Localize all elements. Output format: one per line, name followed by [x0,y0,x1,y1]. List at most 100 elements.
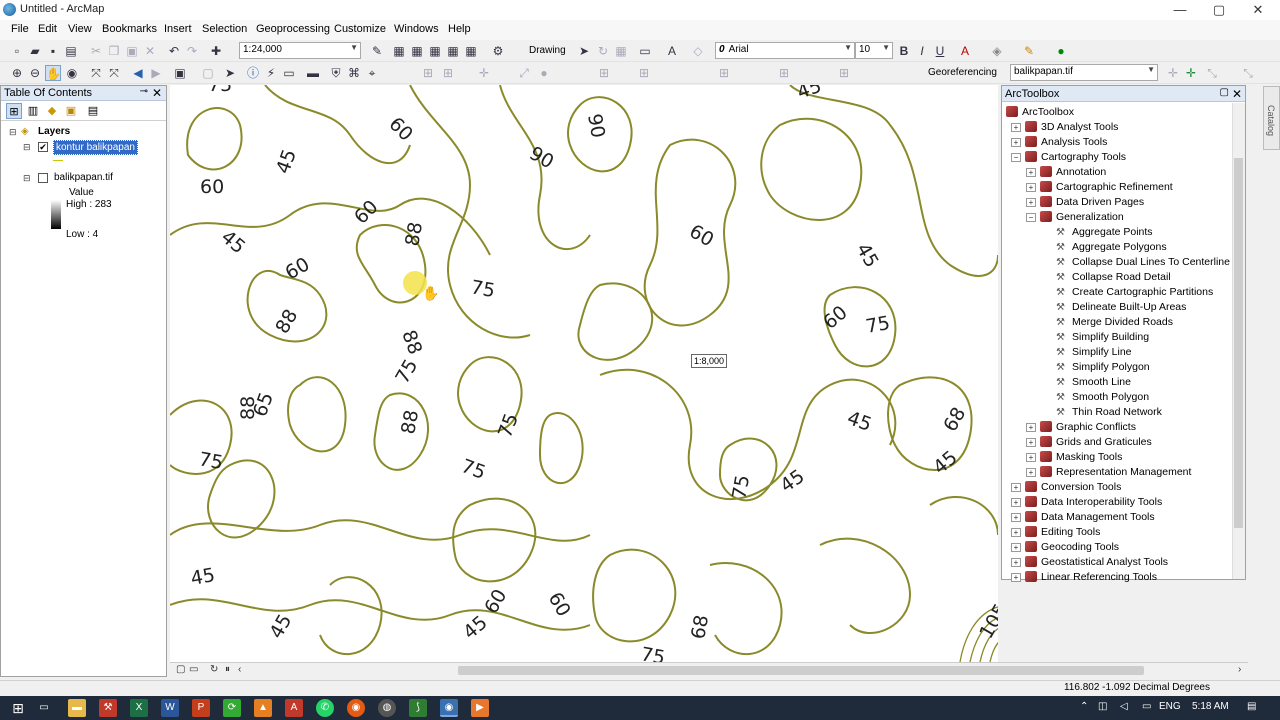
text-icon[interactable]: A [664,43,680,59]
expand-icon[interactable]: + [1011,483,1021,492]
zoom-in-icon[interactable]: ⊕ [9,65,25,81]
select-features-icon[interactable]: ▣ [172,65,188,81]
zoom-whole-page-icon[interactable]: ▦ [613,43,629,59]
georef-tool-icon[interactable]: ⊞ [596,65,612,81]
font-name-combo[interactable]: 0 Arial ▼ [715,42,855,59]
zoom-out-icon[interactable]: ⊖ [27,65,43,81]
app-icon[interactable]: ▲ [254,699,272,717]
toolbox-item[interactable]: ArcToolbox [1006,106,1074,118]
control-points-icon[interactable]: ✛ [1183,65,1199,81]
toolbox-item[interactable]: ⚒ Aggregate Polygons [1042,241,1167,253]
full-extent-icon[interactable]: ◉ [64,65,80,81]
map-scale-combo[interactable]: 1:24,000 ▼ [239,42,361,59]
close-icon[interactable]: ✕ [1232,87,1242,101]
toolbox-item[interactable]: + Cartographic Refinement [1026,181,1173,193]
expand-icon[interactable]: + [1011,573,1021,582]
layers-root-label[interactable]: Layers [38,126,70,137]
list-by-source-icon[interactable]: ▥ [25,103,41,119]
toolbox-item[interactable]: − Generalization [1026,211,1124,223]
menu-file[interactable]: File [11,23,29,35]
layer-name-balikpapan[interactable]: balikpapan.tif [54,172,113,183]
menu-edit[interactable]: Edit [38,23,57,35]
line-symbol-swatch[interactable] [53,160,63,161]
toolbox-item[interactable]: ⚒ Thin Road Network [1042,406,1162,418]
catalog-tab[interactable]: Catalog [1263,86,1280,150]
list-by-selection-icon[interactable]: ▣ [63,103,79,119]
toolbox-window-icon[interactable]: ▦ [445,43,461,59]
clear-selection-icon[interactable]: ▢ [200,65,216,81]
close-icon[interactable]: ✕ [152,86,162,100]
select-elements-icon[interactable]: ➤ [222,65,238,81]
cut-icon[interactable]: ✂ [88,43,104,59]
bold-button[interactable]: B [896,43,912,59]
expand-icon[interactable]: + [1026,468,1036,477]
menu-help[interactable]: Help [448,23,471,35]
app-icon[interactable]: ◍ [378,699,396,717]
map-display[interactable]: ✋ 75 60 90 45 60 45 60 45 88 60 88 75 60 45 90 75 60 75 88… [170,85,998,662]
scroll-right-icon[interactable]: › [1238,664,1241,675]
toolbox-item[interactable]: + Representation Management [1026,466,1191,478]
italic-button[interactable]: I [914,43,930,59]
toolbox-item[interactable]: ⚒ Delineate Built-Up Areas [1042,301,1186,313]
toolbox-item[interactable]: + Data Interoperability Tools [1011,496,1162,508]
html-popup-icon[interactable]: ▭ [281,65,297,81]
rectangle-icon[interactable]: ▭ [637,43,653,59]
georef-tool-icon[interactable]: ⊞ [636,65,652,81]
menu-selection[interactable]: Selection [202,23,247,35]
forward-icon[interactable]: ▶ [148,65,164,81]
list-by-drawing-order-icon[interactable]: ⊞ [6,103,22,119]
recorder-icon[interactable]: ▶ [471,699,489,717]
app-icon[interactable]: ⟳ [223,699,241,717]
marker-color-icon[interactable]: ● [1053,43,1069,59]
georeferencing-menu[interactable]: Georeferencing [928,67,997,78]
collapse-icon[interactable]: ⊟ [23,142,31,153]
toolbox-item[interactable]: + Linear Referencing Tools [1011,571,1157,583]
horizontal-scrollbar[interactable] [458,666,1144,675]
edit-vertices-icon[interactable]: ◇ [690,43,706,59]
new-document-icon[interactable]: ▫ [9,43,25,59]
menu-bookmarks[interactable]: Bookmarks [102,23,157,35]
paste-icon[interactable]: ▣ [124,43,140,59]
font-size-combo[interactable]: 10 ▼ [855,42,893,59]
collapse-icon[interactable]: − [1011,153,1021,162]
maximize-icon[interactable]: ▢ [1220,87,1229,98]
editor-toolbar-icon[interactable]: ✎ [369,43,385,59]
expand-icon[interactable]: + [1011,513,1021,522]
toolbox-scrollbar[interactable] [1232,103,1245,579]
close-button[interactable]: ✕ [1238,1,1278,19]
list-by-visibility-icon[interactable]: ◆ [44,103,60,119]
expand-icon[interactable]: + [1026,183,1036,192]
collapse-icon[interactable]: − [1026,213,1036,222]
find-icon[interactable]: ⛨ [328,65,344,81]
toolbox-item[interactable]: ⚒ Collapse Dual Lines To Centerline [1042,256,1230,268]
delete-icon[interactable]: ✕ [142,43,158,59]
layer-visibility-checkbox[interactable] [38,173,48,183]
georef-tool-icon[interactable]: ⊞ [776,65,792,81]
fill-color-icon[interactable]: ◈ [989,43,1005,59]
toc-options-icon[interactable]: ▤ [85,103,101,119]
catalog-window-icon[interactable]: ▦ [409,43,425,59]
toolbox-item[interactable]: ⚒ Smooth Line [1042,376,1131,388]
windows-start-icon[interactable]: ⊞ [9,699,27,717]
app-icon[interactable]: ⟆ [409,699,427,717]
identify-icon[interactable]: ⓘ [245,65,261,81]
firefox-icon[interactable]: ◉ [347,699,365,717]
data-view-icon[interactable]: ▢ [176,664,185,675]
underline-button[interactable]: U [932,43,948,59]
expand-icon[interactable]: + [1011,138,1021,147]
menu-view[interactable]: View [68,23,92,35]
toolbox-item[interactable]: ⚒ Simplify Line [1042,346,1132,358]
expand-icon[interactable]: + [1026,453,1036,462]
expand-icon[interactable]: + [1026,438,1036,447]
arcmap-taskbar-icon[interactable]: ◉ [440,699,458,717]
georef-tool-icon[interactable]: ⊞ [420,65,436,81]
toolbox-item[interactable]: + Annotation [1026,166,1106,178]
redo-icon[interactable]: ↷ [184,43,200,59]
word-icon[interactable]: W [161,699,179,717]
toolbox-item[interactable]: ⚒ Collapse Road Detail [1042,271,1171,283]
powerpoint-icon[interactable]: P [192,699,210,717]
expand-icon[interactable]: + [1026,168,1036,177]
georef-tool-icon[interactable]: ⊞ [836,65,852,81]
drawing-menu[interactable]: Drawing [529,45,566,56]
rotate-raster-icon[interactable]: ⤡ [1240,65,1256,81]
